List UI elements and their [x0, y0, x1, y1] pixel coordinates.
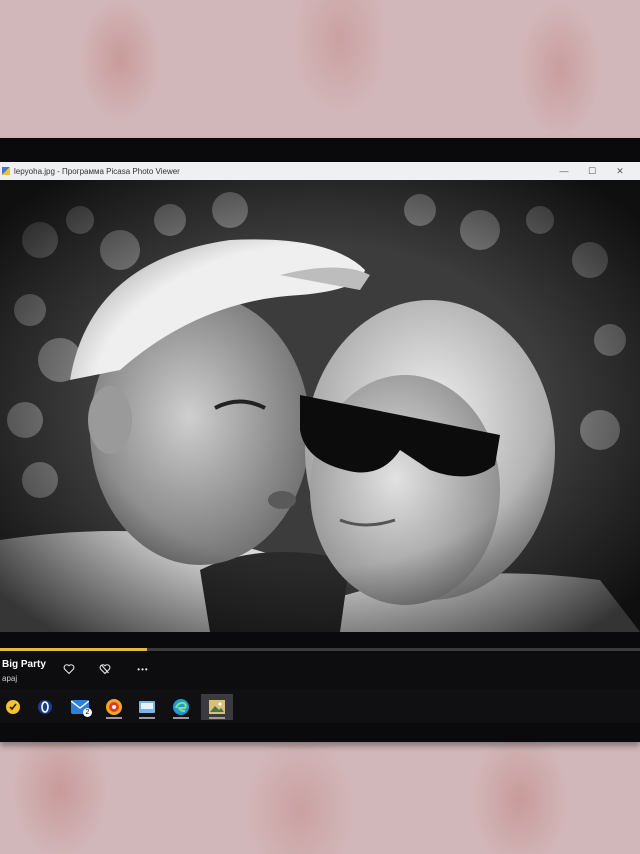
picasa-app-icon — [2, 167, 10, 175]
close-button[interactable]: ✕ — [606, 162, 634, 180]
file-manager-icon[interactable] — [134, 694, 160, 720]
photo-image — [0, 180, 640, 632]
mail-icon[interactable]: 2 — [67, 694, 93, 720]
heart-icon[interactable] — [62, 663, 76, 677]
minimize-button[interactable]: — — [550, 162, 578, 180]
monitor-screen: lepyoha.jpg - Программа Picasa Photo Vie… — [0, 138, 640, 742]
music-app-icon[interactable] — [101, 694, 127, 720]
heart-crossed-icon[interactable] — [98, 663, 112, 677]
media-player-bar: Big Party apaj ••• — [0, 651, 640, 689]
window-controls: — ☐ ✕ — [550, 162, 634, 180]
norton-icon[interactable] — [0, 694, 26, 720]
opera-gx-icon[interactable] — [32, 694, 58, 720]
track-artist: apaj — [2, 674, 18, 683]
photo-viewer-icon[interactable] — [201, 694, 233, 720]
more-options-button[interactable]: ••• — [134, 663, 152, 677]
photo-viewer-canvas[interactable] — [0, 180, 640, 632]
edge-icon[interactable] — [168, 694, 194, 720]
mail-badge: 2 — [83, 708, 92, 717]
window-title: lepyoha.jpg - Программа Picasa Photo Vie… — [14, 166, 180, 176]
window-titlebar[interactable]: lepyoha.jpg - Программа Picasa Photo Vie… — [0, 162, 640, 180]
taskbar: 2 — [0, 689, 640, 723]
maximize-button[interactable]: ☐ — [578, 162, 606, 180]
track-title: Big Party — [2, 659, 46, 670]
